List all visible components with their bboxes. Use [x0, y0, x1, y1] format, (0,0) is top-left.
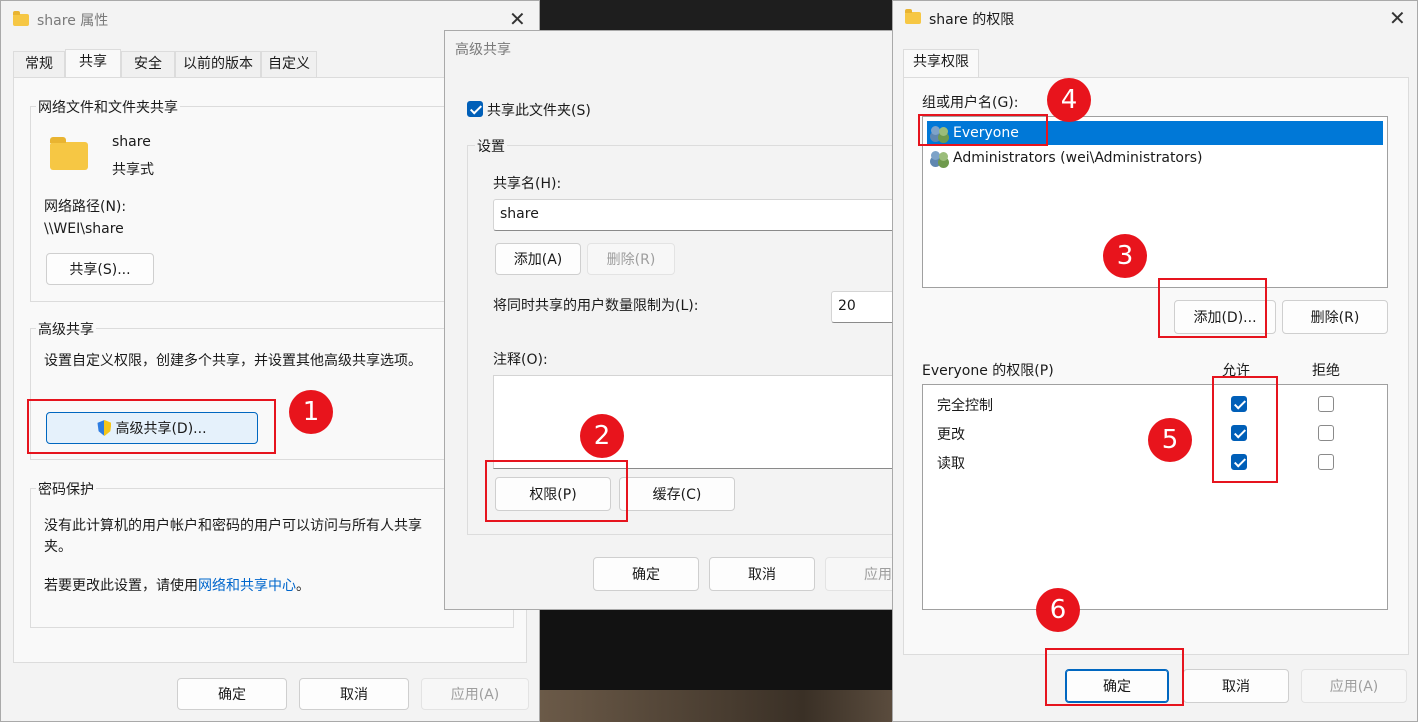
folder-share-state: 共享式 [112, 162, 154, 178]
folder-icon [13, 11, 29, 26]
read-deny-checkbox[interactable] [1318, 454, 1334, 470]
permission-full-control-label: 完全控制 [937, 398, 993, 414]
list-item-administrators[interactable]: Administrators (wei\Administrators) [927, 146, 1383, 170]
deny-column-header: 拒绝 [1312, 363, 1340, 379]
highlight-permissions [485, 460, 628, 522]
add-share-button[interactable]: 添加(A) [495, 243, 581, 275]
password-change-hint-prefix: 若要更改此设置，请使用 [44, 578, 198, 594]
advanced-sharing-window: 高级共享 共享此文件夹(S) 设置 共享名(H): share 添加(A) 删除… [444, 30, 931, 610]
tab-panel: 组或用户名(G): Everyone Administrators (wei\A… [903, 77, 1409, 655]
apply-button[interactable]: 应用(A) [1301, 669, 1407, 703]
share-folder-checkbox-label: 共享此文件夹(S) [487, 103, 591, 119]
network-path-value: \\WEI\share [44, 221, 124, 237]
advanced-sharing-description: 设置自定义权限，创建多个共享，并设置其他高级共享选项。 [44, 353, 422, 369]
step-badge-6: 6 [1036, 588, 1080, 632]
tab-share-permissions[interactable]: 共享权限 [903, 49, 979, 77]
highlight-everyone [918, 114, 1048, 146]
list-item-label: Administrators (wei\Administrators) [953, 150, 1203, 166]
tab-previous-versions[interactable]: 以前的版本 [175, 51, 261, 77]
caching-button[interactable]: 缓存(C) [619, 477, 735, 511]
tab-sharing[interactable]: 共享 [65, 49, 121, 77]
share-button[interactable]: 共享(S)... [46, 253, 154, 285]
remove-user-button[interactable]: 删除(R) [1282, 300, 1388, 334]
step-badge-5: 5 [1148, 418, 1192, 462]
advanced-sharing-group-label: 高级共享 [36, 319, 96, 339]
password-protection-group [30, 488, 514, 628]
apply-button[interactable]: 应用(A) [421, 678, 529, 710]
share-permissions-window: share 的权限 ✕ 共享权限 组或用户名(G): Everyone Admi… [892, 0, 1418, 722]
window-title: share 的权限 [929, 12, 1015, 28]
tab-general[interactable]: 常规 [13, 51, 65, 77]
close-icon[interactable]: ✕ [1389, 8, 1406, 28]
remove-share-button[interactable]: 删除(R) [587, 243, 675, 275]
password-change-hint-suffix: 。 [296, 578, 310, 594]
highlight-allow-checkboxes [1212, 376, 1278, 483]
tab-customize[interactable]: 自定义 [261, 51, 317, 77]
permission-change-label: 更改 [937, 427, 965, 443]
permissions-list: 完全控制 更改 读取 [922, 384, 1388, 610]
full-control-deny-checkbox[interactable] [1318, 396, 1334, 412]
cancel-button[interactable]: 取消 [1183, 669, 1289, 703]
password-change-hint: 若要更改此设置，请使用网络和共享中心。 [44, 575, 310, 595]
step-badge-1: 1 [289, 390, 333, 434]
password-protection-group-label: 密码保护 [36, 479, 96, 499]
cancel-button[interactable]: 取消 [709, 557, 815, 591]
step-badge-4: 4 [1047, 78, 1091, 122]
share-folder-checkbox[interactable] [467, 101, 483, 117]
user-limit-label: 将同时共享的用户数量限制为(L): [493, 298, 699, 314]
comment-label: 注释(O): [493, 352, 548, 368]
tab-security[interactable]: 安全 [121, 51, 175, 77]
highlight-add-user [1158, 278, 1267, 338]
comment-textarea[interactable] [493, 375, 913, 469]
password-protection-text: 没有此计算机的用户帐户和密码的用户可以访问与所有人共享 [44, 518, 422, 534]
close-icon[interactable]: ✕ [509, 9, 526, 29]
highlight-ok [1045, 648, 1184, 706]
cancel-button[interactable]: 取消 [299, 678, 409, 710]
network-path-label: 网络路径(N): [44, 199, 127, 215]
window-title: 高级共享 [455, 42, 511, 58]
ok-button[interactable]: 确定 [593, 557, 699, 591]
settings-group-label: 设置 [475, 136, 507, 156]
ok-button[interactable]: 确定 [177, 678, 287, 710]
folder-name: share [112, 134, 151, 150]
share-name-label: 共享名(H): [493, 176, 562, 192]
step-badge-3: 3 [1103, 234, 1147, 278]
permission-read-label: 读取 [937, 456, 965, 472]
users-icon [931, 151, 949, 165]
step-badge-2: 2 [580, 414, 624, 458]
permissions-for-label: Everyone 的权限(P) [922, 363, 1054, 379]
folder-large-icon [50, 137, 88, 170]
window-title: share 属性 [37, 13, 109, 29]
folder-icon [905, 9, 921, 24]
network-sharing-group-label: 网络文件和文件夹共享 [36, 97, 180, 117]
password-protection-text-cont: 夹。 [44, 539, 72, 555]
change-deny-checkbox[interactable] [1318, 425, 1334, 441]
group-or-user-label: 组或用户名(G): [922, 95, 1019, 111]
share-name-input[interactable]: share [493, 199, 913, 231]
network-sharing-center-link[interactable]: 网络和共享中心 [198, 578, 296, 594]
highlight-advanced-sharing [27, 399, 276, 454]
